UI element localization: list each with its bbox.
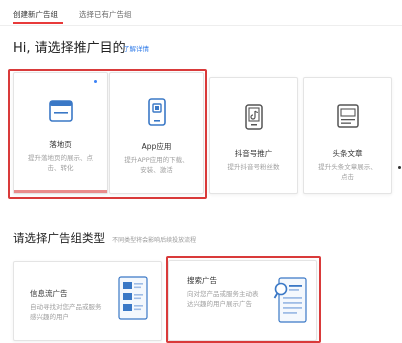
tab-bar: 创建新广告组 选择已有广告组	[0, 0, 402, 26]
purpose-title: App应用	[141, 142, 172, 151]
purpose-description: 提升落地页的展示、点击、转化	[28, 154, 93, 172]
new-indicator-dot	[94, 80, 97, 83]
tab-create-new-ad-group[interactable]: 创建新广告组	[13, 9, 58, 20]
selection-progress-bar	[14, 190, 107, 193]
purpose-card-douyin[interactable]: 抖音号推广 提升抖音号粉丝数	[209, 77, 298, 194]
type-card-feed-ads[interactable]: 信息流广告 自动寻找对您产品或服务感兴趣的用户	[13, 261, 162, 341]
section-subtitle: 不同类型将会影响后续投放流程	[112, 237, 197, 244]
active-tab-indicator	[13, 22, 63, 24]
smartphone-app-icon	[147, 98, 166, 130]
purpose-title: 头条文章	[332, 149, 363, 158]
purpose-title: 落地页	[49, 140, 72, 149]
tab-divider	[0, 25, 402, 26]
ad-group-type-heading: 请选择广告组类型 不同类型将会影响后续投放流程	[13, 227, 196, 246]
type-description: 向对您产品或服务主动表达兴趣的用户展示广告	[187, 290, 259, 308]
purpose-description: 提升头条文章展示、点击	[318, 163, 377, 181]
tab-select-existing-ad-group[interactable]: 选择已有广告组	[79, 9, 132, 20]
type-description: 自动寻找对您产品或服务感兴趣的用户	[30, 303, 102, 321]
type-card-search-ads[interactable]: 搜索广告 向对您产品或服务主动表达兴趣的用户展示广告	[168, 260, 317, 341]
article-icon	[336, 104, 359, 132]
type-title: 搜索广告	[187, 276, 217, 285]
browser-window-icon	[48, 100, 73, 126]
purpose-card-toutiao-article[interactable]: 头条文章 提升头条文章展示、点击	[303, 77, 392, 194]
learn-more-link[interactable]: 了解详情	[123, 43, 149, 53]
feed-list-icon	[118, 276, 148, 324]
purpose-card-app[interactable]: App应用 提升APP应用的下载、安装、激活	[109, 72, 204, 194]
purpose-card-landing-page[interactable]: 落地页 提升落地页的展示、点击、转化	[13, 72, 108, 194]
purpose-description: 提升抖音号粉丝数	[227, 163, 280, 171]
stray-dot	[398, 166, 401, 169]
section-title: 请选择广告组类型	[13, 231, 105, 245]
type-title: 信息流广告	[30, 289, 68, 298]
purpose-title: 抖音号推广	[234, 149, 273, 158]
page-title: Hi, 请选择推广目的	[13, 41, 126, 56]
douyin-phone-icon	[244, 104, 263, 134]
purpose-description: 提升APP应用的下载、安装、激活	[124, 156, 189, 174]
search-results-icon	[273, 277, 307, 327]
